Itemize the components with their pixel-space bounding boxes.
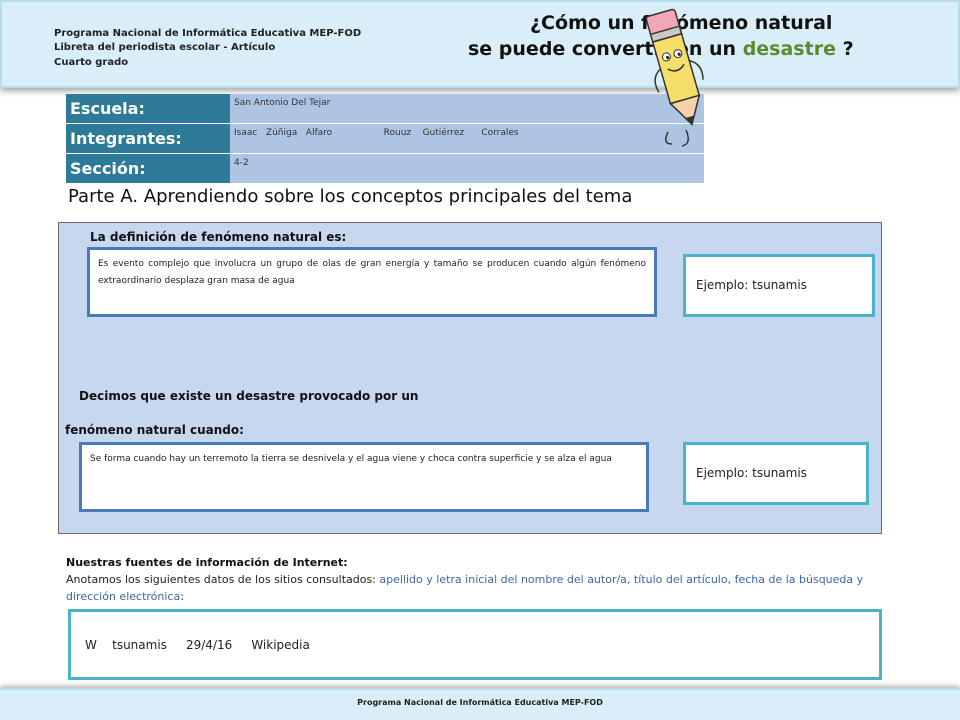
sources-heading: Nuestras fuentes de información de Inter… xyxy=(66,556,348,569)
section-value: 4-2 xyxy=(230,154,704,183)
disaster-label-line1: Decimos que existe un desastre provocado… xyxy=(79,389,419,403)
disaster-example-box: Ejemplo: tsunamis xyxy=(683,442,869,505)
members-value: Isaac Zúñiga Alfaro Rouuz Gutiérrez Corr… xyxy=(230,124,704,153)
section-row: Sección: 4-2 xyxy=(66,154,704,183)
footer-text: Programa Nacional de Informática Educati… xyxy=(357,698,603,707)
definition-label: La definición de fenómeno natural es: xyxy=(90,230,347,244)
notebook-subtitle: Libreta del periodista escolar - Artícul… xyxy=(54,42,276,53)
title-highlight: desastre xyxy=(742,38,836,60)
concepts-panel: La definición de fenómeno natural es: Es… xyxy=(58,222,882,534)
sources-instructions-end: : xyxy=(180,590,184,603)
definition-example-box: Ejemplo: tsunamis xyxy=(683,254,875,317)
part-a-heading: Parte A. Aprendiendo sobre los conceptos… xyxy=(68,186,633,207)
sources-instructions: Anotamos los siguientes datos de los sit… xyxy=(66,571,884,605)
section-label: Sección: xyxy=(66,154,230,183)
definition-text-box: Es evento complejo que involucra un grup… xyxy=(87,247,657,317)
sources-entry-box: W tsunamis 29/4/16 Wikipedia xyxy=(68,609,882,680)
disaster-label-line2: fenómeno natural cuando: xyxy=(65,423,244,437)
school-row: Escuela: San Antonio Del Tejar xyxy=(66,94,704,123)
program-name: Programa Nacional de Informática Educati… xyxy=(54,28,362,39)
sources-instructions-text: Anotamos los siguientes datos de los sit… xyxy=(66,573,380,586)
footer-band: Programa Nacional de Informática Educati… xyxy=(0,688,960,720)
grade-label: Cuarto grado xyxy=(54,57,129,68)
members-label: Integrantes: xyxy=(66,124,230,153)
info-table: Escuela: San Antonio Del Tejar Integrant… xyxy=(66,94,704,184)
members-row: Integrantes: Isaac Zúñiga Alfaro Rouuz G… xyxy=(66,124,704,153)
disaster-text-box: Se forma cuando hay un terremoto la tier… xyxy=(79,442,649,512)
school-label: Escuela: xyxy=(66,94,230,123)
title-end: ? xyxy=(835,38,854,60)
pencil-mascot-icon xyxy=(645,8,704,147)
school-value: San Antonio Del Tejar xyxy=(230,94,704,123)
header-band: Programa Nacional de Informática Educati… xyxy=(0,0,960,88)
